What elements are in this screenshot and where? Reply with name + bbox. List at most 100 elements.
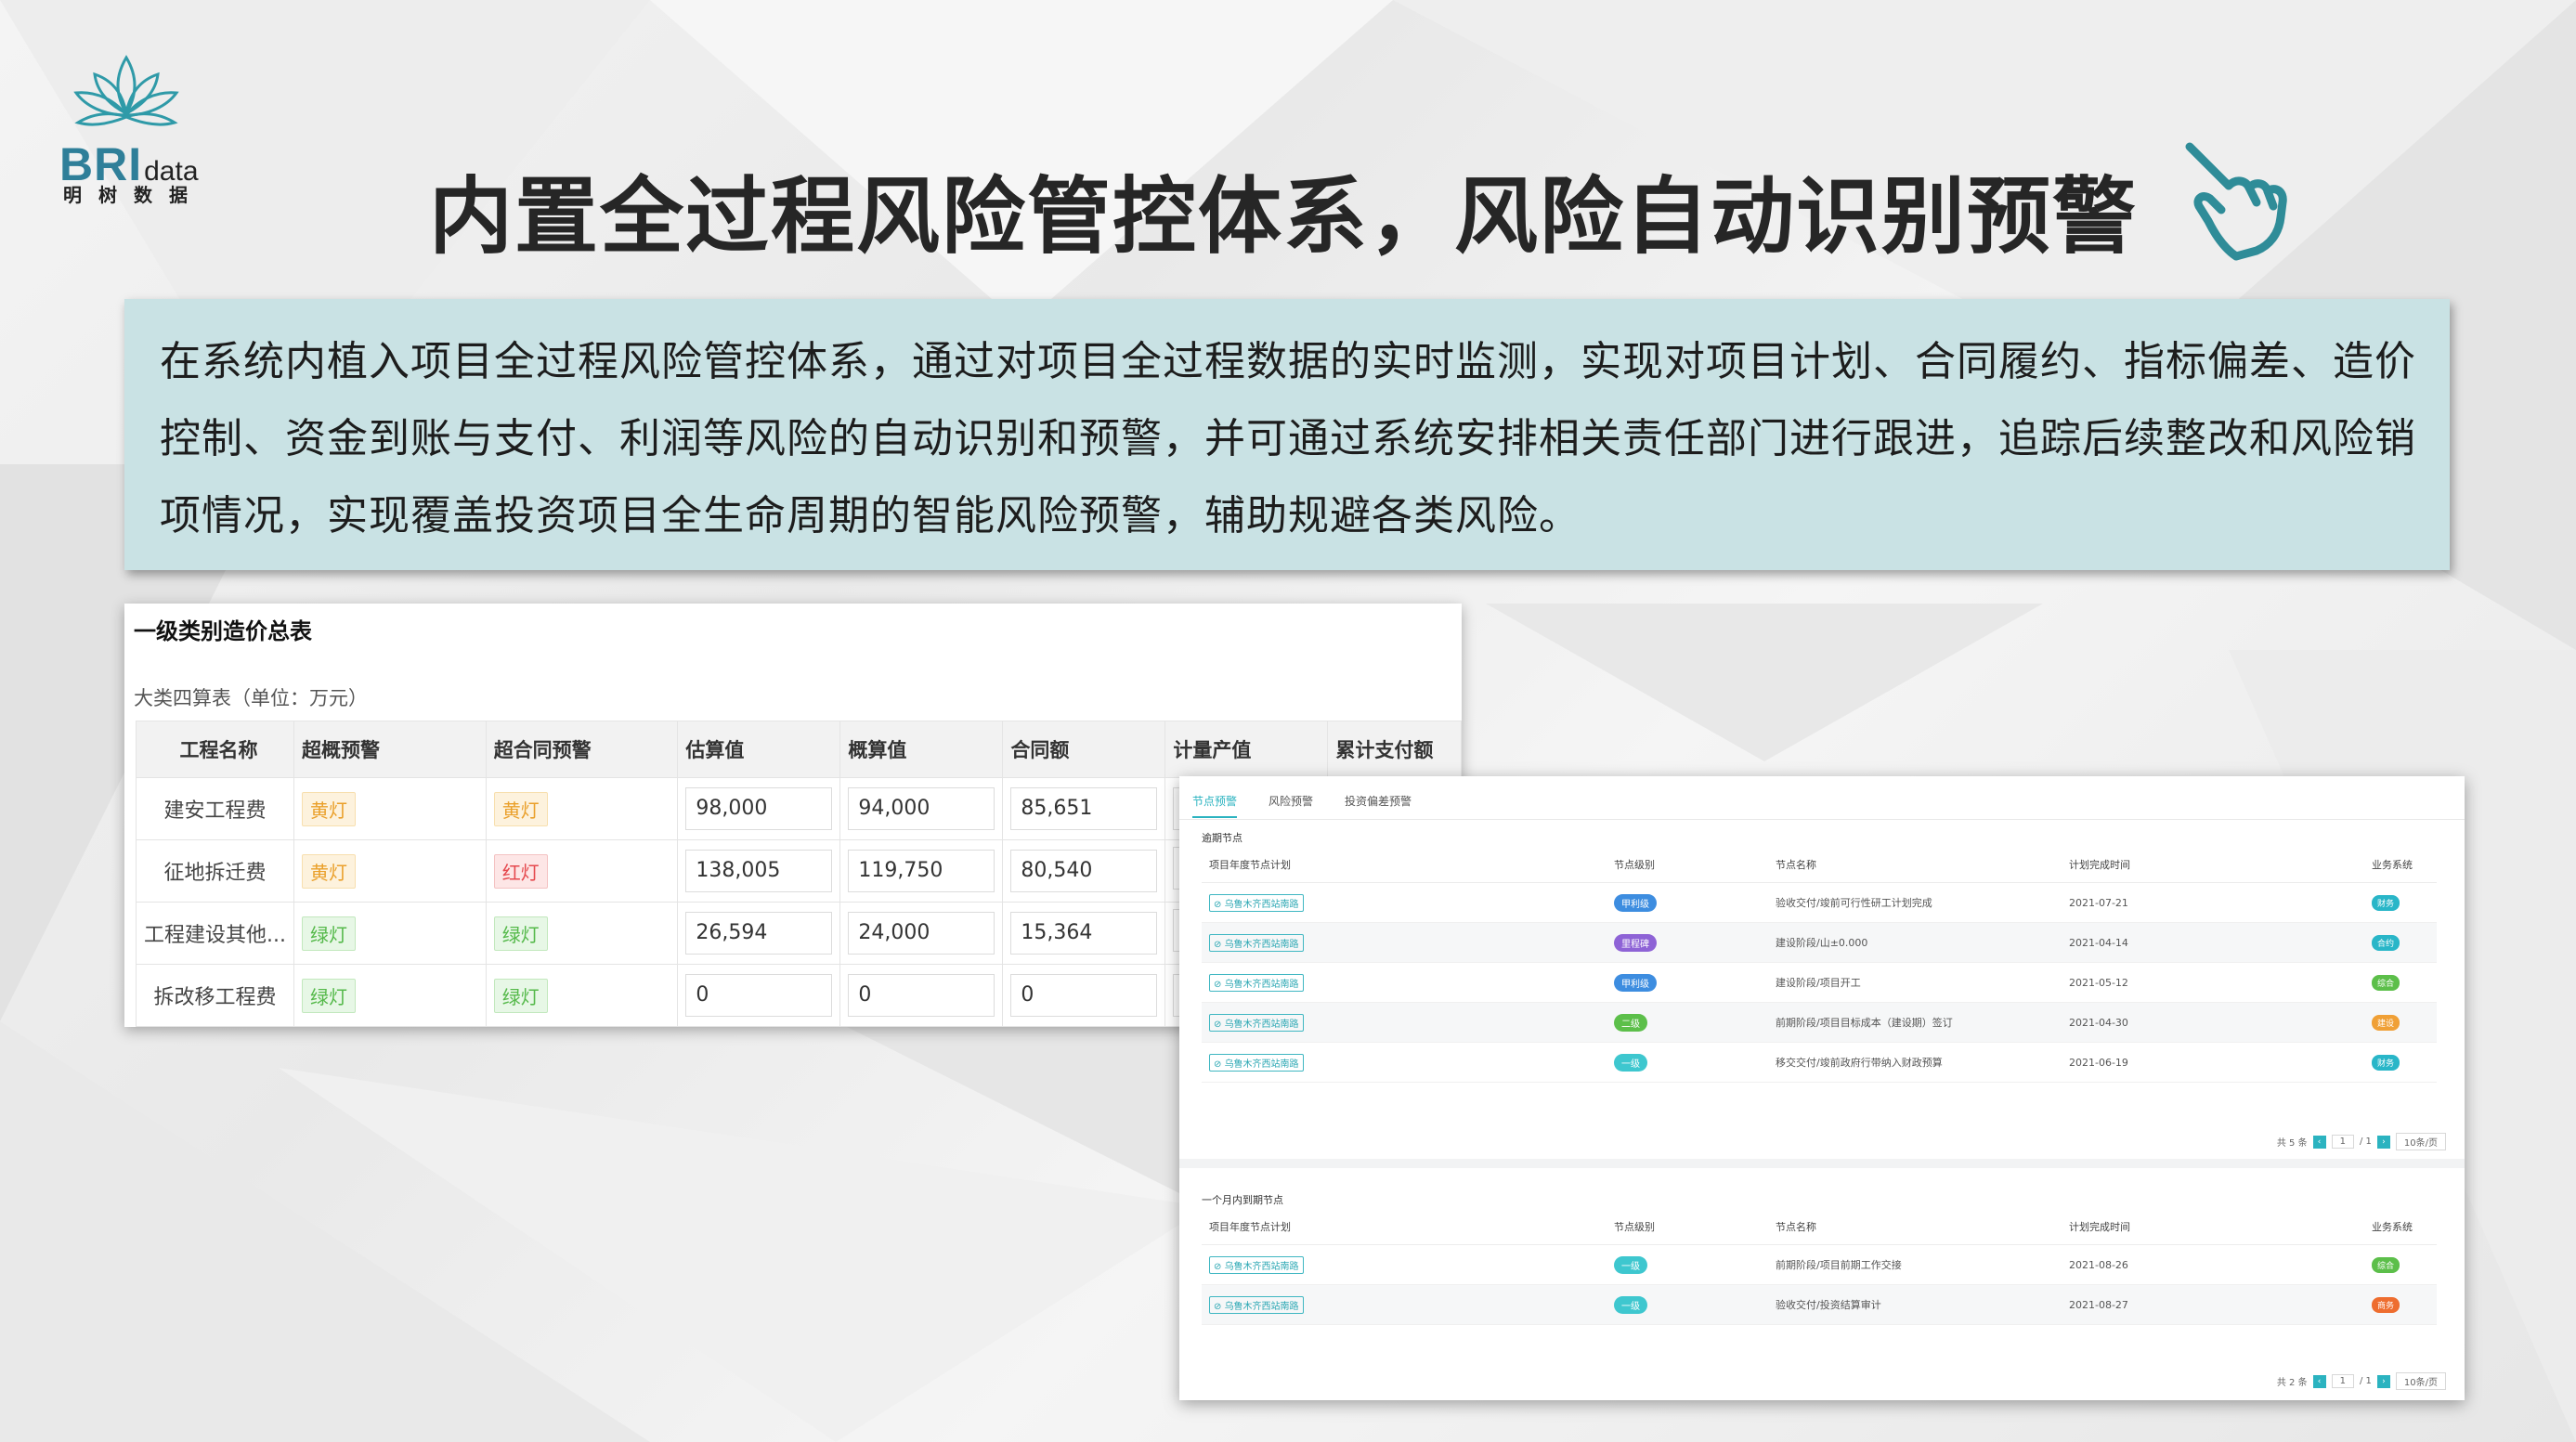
project-plan-label: 乌鲁木齐西站南路 — [1224, 1019, 1299, 1030]
project-plan-link[interactable]: ⊘ 乌鲁木齐西站南路 — [1209, 1053, 1304, 1072]
over-budget-status-badge: 绿灯 — [301, 978, 356, 1013]
business-system-badge: 商务 — [2372, 1296, 2400, 1313]
node-level-badge: 甲利级 — [1614, 893, 1657, 912]
node-level-badge: 一级 — [1614, 1255, 1647, 1274]
table-row: ⊘ 乌鲁木齐西站南路 里程碑 建设阶段/山±0.000 2021-04-14 合约 — [1202, 922, 2437, 963]
contract-field[interactable]: 15,364 — [1010, 912, 1158, 955]
business-system-badge: 财务 — [2372, 894, 2400, 911]
plan-date: 2021-04-30 — [2062, 1002, 2364, 1043]
pager-pages: / 1 — [2359, 1137, 2372, 1147]
col-header: 节点名称 — [1768, 847, 2062, 883]
brand-logo: BRIdata 明树数据 — [54, 48, 221, 211]
node-name: 建设阶段/山±0.000 — [1768, 922, 2062, 963]
col-header: 计量产值 — [1164, 721, 1329, 778]
budget-field[interactable]: 24,000 — [848, 912, 995, 955]
project-plan-link[interactable]: ⊘ 乌鲁木齐西站南路 — [1209, 1255, 1304, 1274]
business-system-badge: 合约 — [2372, 934, 2400, 951]
project-plan-link[interactable]: ⊘ 乌鲁木齐西站南路 — [1209, 1013, 1304, 1032]
node-name: 移交交付/竣前政府行带纳入财政预算 — [1768, 1042, 2062, 1083]
node-level-badge: 一级 — [1614, 1295, 1647, 1314]
project-plan-label: 乌鲁木齐西站南路 — [1224, 1059, 1299, 1070]
project-name: 拆改移工程费 — [136, 964, 294, 1027]
estimate-field[interactable]: 26,594 — [685, 912, 833, 955]
budget-field[interactable]: 119,750 — [848, 850, 995, 892]
over-contract-status-badge: 红灯 — [493, 853, 548, 889]
col-header: 节点级别 — [1607, 1209, 1768, 1245]
logo-chinese-name: 明树数据 — [63, 184, 204, 206]
project-plan-label: 乌鲁木齐西站南路 — [1224, 1261, 1299, 1272]
link-icon: ⊘ — [1214, 1261, 1225, 1272]
due-soon-pagination: 共 2 条 ‹ 1 / 1 › 10条/页 — [2277, 1372, 2446, 1390]
tab-investment-deviation[interactable]: 投资偏差预警 — [1345, 793, 1412, 818]
node-level-badge: 里程碑 — [1614, 933, 1657, 952]
contract-field[interactable]: 80,540 — [1010, 850, 1158, 892]
business-system-badge: 财务 — [2372, 1054, 2400, 1071]
cost-table-subtitle: 大类四算表（单位：万元） — [134, 687, 368, 709]
project-plan-link[interactable]: ⊘ 乌鲁木齐西站南路 — [1209, 893, 1304, 912]
link-icon: ⊘ — [1214, 1301, 1225, 1312]
table-row: ⊘ 乌鲁木齐西站南路 一级 前期阶段/项目前期工作交接 2021-08-26 综合 — [1202, 1244, 2437, 1285]
project-plan-label: 乌鲁木齐西站南路 — [1224, 979, 1299, 990]
cost-table-title: 一级类别造价总表 — [134, 618, 312, 644]
project-name: 建安工程费 — [136, 777, 294, 840]
overdue-section-label: 逾期节点 — [1202, 832, 1242, 844]
plan-date: 2021-04-14 — [2062, 922, 2364, 963]
project-name: 征地拆迁费 — [136, 839, 294, 903]
pager-pages: / 1 — [2359, 1376, 2372, 1386]
pager-prev-button[interactable]: ‹ — [2312, 1374, 2326, 1388]
node-level-badge: 二级 — [1614, 1013, 1647, 1032]
risk-warning-panel: 节点预警 风险预警 投资偏差预警 逾期节点 项目年度节点计划 节点级别 节点名称… — [1179, 776, 2465, 1400]
project-plan-link[interactable]: ⊘ 乌鲁木齐西站南路 — [1209, 933, 1304, 952]
business-system-badge: 建设 — [2372, 1014, 2400, 1031]
project-plan-label: 乌鲁木齐西站南路 — [1224, 899, 1299, 910]
contract-field[interactable]: 85,651 — [1010, 787, 1158, 830]
pager-size-select[interactable]: 10条/页 — [2395, 1372, 2446, 1390]
over-budget-status-badge: 黄灯 — [301, 791, 356, 826]
over-budget-status-badge: 绿灯 — [301, 916, 356, 951]
pager-size-select[interactable]: 10条/页 — [2395, 1133, 2446, 1150]
col-header: 估算值 — [677, 721, 841, 778]
node-name: 验收交付/竣前可行性研工计划完成 — [1768, 882, 2062, 923]
pager-page-input[interactable]: 1 — [2331, 1374, 2354, 1388]
plan-date: 2021-07-21 — [2062, 882, 2364, 923]
estimate-field[interactable]: 138,005 — [685, 850, 833, 892]
node-name: 建设阶段/项目开工 — [1768, 962, 2062, 1003]
project-plan-link[interactable]: ⊘ 乌鲁木齐西站南路 — [1209, 973, 1304, 992]
plan-date: 2021-05-12 — [2062, 962, 2364, 1003]
pager-next-button[interactable]: › — [2376, 1135, 2390, 1149]
col-header: 计划完成时间 — [2062, 847, 2364, 883]
table-row: ⊘ 乌鲁木齐西站南路 一级 移交交付/竣前政府行带纳入财政预算 2021-06-19 财… — [1202, 1042, 2437, 1083]
estimate-field[interactable]: 98,000 — [685, 787, 833, 830]
due-soon-nodes-table: 项目年度节点计划 节点级别 节点名称 计划完成时间 业务系统 ⊘ 乌鲁木齐西站南… — [1202, 1209, 2437, 1325]
link-icon: ⊘ — [1214, 899, 1225, 910]
col-header: 超合同预警 — [485, 721, 679, 778]
col-header: 计划完成时间 — [2062, 1209, 2364, 1245]
budget-field[interactable]: 94,000 — [848, 787, 995, 830]
overdue-pagination: 共 5 条 ‹ 1 / 1 › 10条/页 — [2277, 1133, 2446, 1150]
project-plan-label: 乌鲁木齐西站南路 — [1224, 1301, 1299, 1312]
col-header: 合同额 — [1002, 721, 1166, 778]
plan-date: 2021-08-26 — [2062, 1244, 2364, 1285]
pager-prev-button[interactable]: ‹ — [2312, 1135, 2326, 1149]
budget-field[interactable]: 0 — [848, 974, 995, 1017]
tabs-divider — [1179, 819, 2465, 820]
estimate-field[interactable]: 0 — [685, 974, 833, 1017]
table-row: ⊘ 乌鲁木齐西站南路 一级 验收交付/投资结算审计 2021-08-27 商务 — [1202, 1284, 2437, 1325]
pager-page-input[interactable]: 1 — [2331, 1135, 2354, 1149]
pager-next-button[interactable]: › — [2376, 1374, 2390, 1388]
col-header: 概算值 — [839, 721, 1004, 778]
tab-node-warning[interactable]: 节点预警 — [1192, 793, 1238, 818]
risk-tabs: 节点预警 风险预警 投资偏差预警 — [1192, 793, 1412, 818]
contract-field[interactable]: 0 — [1010, 974, 1158, 1017]
node-name: 验收交付/投资结算审计 — [1768, 1284, 2062, 1325]
col-header: 业务系统 — [2364, 1209, 2437, 1245]
table-row: ⊘ 乌鲁木齐西站南路 二级 前期阶段/项目目标成本（建设期）签订 2021-04-30… — [1202, 1002, 2437, 1043]
col-header: 工程名称 — [136, 721, 294, 778]
tab-risk-warning[interactable]: 风险预警 — [1268, 793, 1313, 818]
section-divider — [1179, 1159, 2465, 1168]
node-name: 前期阶段/项目目标成本（建设期）签订 — [1768, 1002, 2062, 1043]
link-icon: ⊘ — [1214, 1019, 1225, 1030]
page-title: 内置全过程风险管控体系，风险自动识别预警 — [429, 168, 2138, 266]
project-plan-link[interactable]: ⊘ 乌鲁木齐西站南路 — [1209, 1295, 1304, 1314]
col-header: 超概预警 — [293, 721, 487, 778]
